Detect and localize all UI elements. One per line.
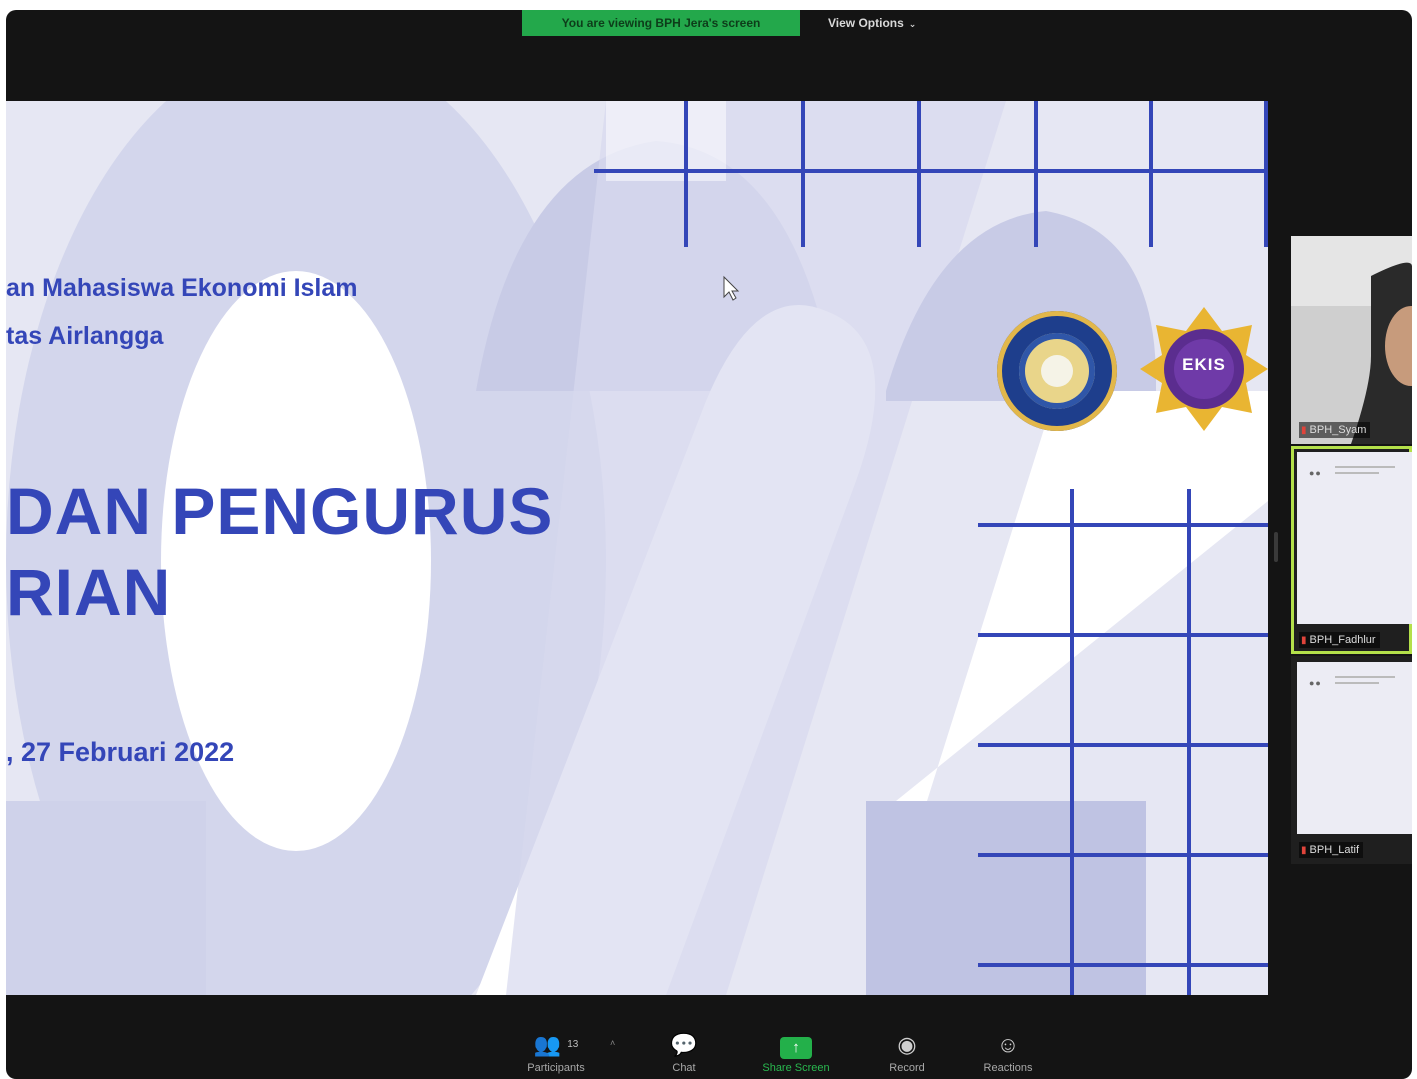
share-screen-label: Share Screen bbox=[762, 1062, 830, 1074]
reactions-label: Reactions bbox=[983, 1062, 1033, 1074]
record-label: Record bbox=[889, 1062, 925, 1074]
participant-name: BPH_Fadhlur bbox=[1309, 634, 1376, 646]
mic-muted-icon: ▮ bbox=[1301, 845, 1307, 856]
share-screen-button[interactable]: ↑ Share Screen bbox=[748, 1032, 844, 1074]
participants-count: 13 bbox=[567, 1039, 579, 1050]
participants-icon: 👥 bbox=[533, 1032, 562, 1057]
chat-bubble-icon: 💬 bbox=[670, 1032, 698, 1057]
participant-tile-active-speaker[interactable]: ●● ▮ BPH_Fadhlur bbox=[1291, 446, 1412, 654]
participant-name: BPH_Syam bbox=[1309, 424, 1367, 436]
participant-shared-slide-thumbnail: ●● bbox=[1297, 662, 1412, 834]
mini-text-line bbox=[1335, 472, 1379, 474]
mini-text-line bbox=[1335, 682, 1379, 684]
view-options-label: View Options bbox=[828, 16, 904, 30]
mini-text-line bbox=[1335, 676, 1395, 678]
caret-up-icon[interactable]: ˄ bbox=[610, 1038, 615, 1048]
meeting-window: You are viewing BPH Jera's screen View O… bbox=[6, 10, 1412, 1079]
university-seal-logo bbox=[997, 311, 1117, 431]
record-button[interactable]: ◉ Record bbox=[876, 1032, 938, 1074]
mic-muted-icon: ▮ bbox=[1301, 425, 1307, 436]
participants-button[interactable]: 👥 13 Participants ˄ bbox=[506, 1032, 615, 1074]
participant-name-tag: ▮ BPH_Fadhlur bbox=[1299, 632, 1380, 648]
slide-title-line-1: DAN PENGURUS bbox=[6, 474, 554, 548]
slide-org-line-2: tas Airlangga bbox=[6, 322, 164, 350]
slide-title-line-2: RIAN bbox=[6, 555, 172, 629]
mini-logos-icon: ●● bbox=[1309, 678, 1322, 688]
mic-muted-icon: ▮ bbox=[1301, 635, 1307, 646]
meeting-toolbar: 👥 13 Participants ˄ 💬 Chat ↑ Share Scree… bbox=[6, 1020, 1412, 1079]
mini-text-line bbox=[1335, 466, 1395, 468]
share-screen-arrow-icon: ↑ bbox=[780, 1037, 812, 1059]
participant-tile[interactable]: ●● ▮ BPH_Latif bbox=[1291, 656, 1412, 864]
reactions-button[interactable]: ☺ Reactions bbox=[968, 1032, 1048, 1074]
participant-tile[interactable]: ▮ BPH_Syam bbox=[1291, 236, 1412, 444]
record-icon: ◉ bbox=[897, 1032, 917, 1057]
view-options-button[interactable]: View Options ⌄ bbox=[828, 10, 916, 36]
chevron-down-icon: ⌄ bbox=[908, 19, 917, 29]
smiley-plus-icon: ☺ bbox=[996, 1032, 1020, 1057]
mini-logos-icon: ●● bbox=[1309, 468, 1322, 478]
participant-name-tag: ▮ BPH_Latif bbox=[1299, 842, 1364, 858]
chat-label: Chat bbox=[672, 1062, 696, 1074]
participants-label: Participants bbox=[527, 1062, 585, 1074]
ekis-logo: EKIS bbox=[1138, 303, 1268, 435]
chat-button[interactable]: 💬 Chat bbox=[656, 1032, 712, 1074]
participant-name-tag: ▮ BPH_Syam bbox=[1299, 422, 1371, 438]
gallery-resize-handle[interactable] bbox=[1274, 532, 1278, 562]
shared-slide: an Mahasiswa Ekonomi Islam tas Airlangga… bbox=[6, 101, 1268, 995]
participant-name: BPH_Latif bbox=[1309, 844, 1360, 856]
participant-video bbox=[1291, 236, 1412, 444]
ekis-logo-text: EKIS bbox=[1182, 355, 1226, 374]
slide-org-line-1: an Mahasiswa Ekonomi Islam bbox=[6, 274, 358, 302]
slide-date: , 27 Februari 2022 bbox=[6, 737, 235, 767]
participant-shared-slide-thumbnail: ●● bbox=[1297, 452, 1412, 624]
viewing-screen-banner: You are viewing BPH Jera's screen bbox=[522, 10, 800, 36]
